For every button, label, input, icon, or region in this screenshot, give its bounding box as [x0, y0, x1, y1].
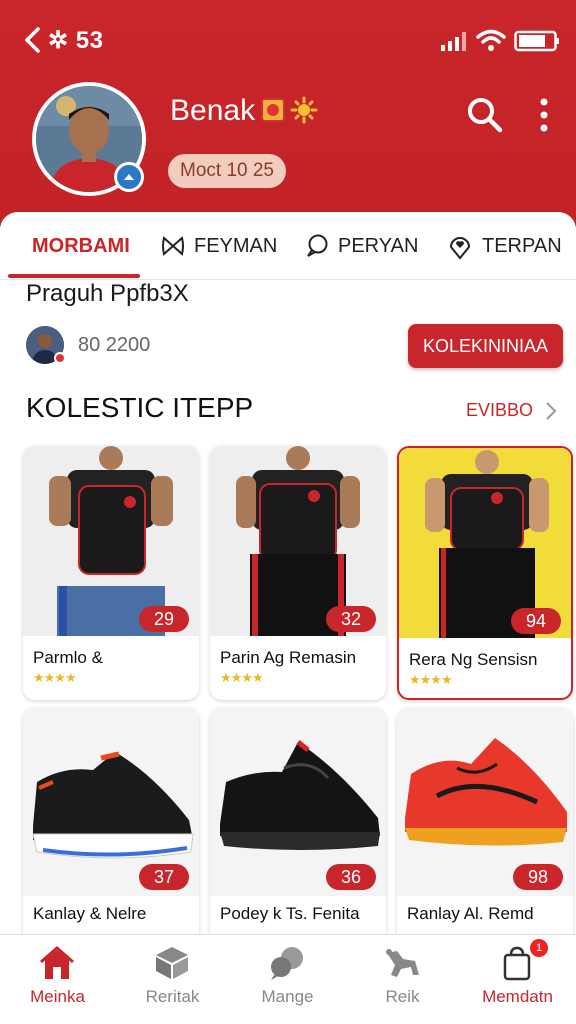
- price-tag: 37: [139, 864, 189, 890]
- price-tag: 36: [326, 864, 376, 890]
- box-icon: [156, 947, 188, 979]
- nav-label: Meinka: [30, 987, 85, 1006]
- price-tag: 32: [326, 606, 376, 632]
- nav-label: Reritak: [145, 987, 200, 1006]
- content-panel: MORBAMI FEYMAN PERYAN TERPAN Praguh Ppfb…: [0, 212, 576, 934]
- tab-bar: MORBAMI FEYMAN PERYAN TERPAN: [0, 212, 576, 280]
- nav-item-home[interactable]: Meinka: [0, 935, 115, 1024]
- battery-icon: [514, 30, 559, 52]
- product-card[interactable]: 32 Parin Ag Remasin ★★★★: [210, 446, 386, 700]
- author-status-dot: [54, 352, 66, 364]
- signal-icon: [441, 32, 466, 51]
- chat-bubbles-icon: [271, 947, 303, 980]
- collect-button[interactable]: KOLEKININIAA: [408, 324, 563, 368]
- profile-name: Benak: [170, 94, 256, 127]
- tab-morbami[interactable]: MORBAMI: [32, 212, 130, 280]
- tab-active-indicator: [8, 274, 140, 278]
- nav-item-reik[interactable]: Reik: [345, 935, 460, 1024]
- home-icon: [40, 946, 74, 979]
- product-card[interactable]: 37 Kanlay & Nelre: [23, 708, 199, 934]
- chevron-right-icon[interactable]: [544, 400, 558, 422]
- section-title: Praguh Ppfb3X: [26, 280, 189, 307]
- product-card[interactable]: 94 Rera Ng Sensisn ★★★★: [397, 446, 573, 700]
- product-card[interactable]: 98 Ranlay Al. Remd: [397, 708, 573, 934]
- rating-stars: ★★★★: [220, 670, 264, 685]
- price-tag: 98: [513, 864, 563, 890]
- verified-badge-icon: [114, 162, 144, 192]
- nav-item-memdatn[interactable]: 1 Memdatn: [460, 935, 575, 1024]
- tab-feyman[interactable]: FEYMAN: [160, 212, 277, 280]
- tab-label: TERPAN: [482, 234, 562, 257]
- price-tag: 94: [511, 608, 561, 634]
- profile-header: ✲ 53 Benak Moct 10 25: [0, 0, 576, 232]
- author-stat: 80 2200: [78, 334, 151, 356]
- more-vertical-icon[interactable]: [532, 96, 556, 134]
- emoji-decoration-icon: [261, 96, 318, 124]
- product-card[interactable]: 29 Parmlo & ★★★★: [23, 446, 199, 700]
- product-name: Kanlay & Nelre: [33, 904, 147, 923]
- bottom-nav: Meinka Reritak Mange Reik 1 Memdatn: [0, 934, 576, 1024]
- rating-stars: ★★★★: [33, 670, 77, 685]
- nav-item-reritak[interactable]: Reritak: [115, 935, 230, 1024]
- price-tag: 29: [139, 606, 189, 632]
- status-time: ✲ 53: [48, 27, 104, 54]
- nav-label: Memdatn: [482, 987, 553, 1006]
- nav-item-mange[interactable]: Mange: [230, 935, 345, 1024]
- product-name: Ranlay Al. Remd: [407, 904, 534, 923]
- product-name: Parin Ag Remasin: [220, 648, 357, 667]
- search-icon[interactable]: [464, 94, 504, 134]
- wifi-icon: [476, 29, 506, 51]
- settings-glyph-icon: ✲: [48, 27, 69, 54]
- heart-location-icon: [449, 237, 471, 260]
- rating-stars: ★★★★: [409, 672, 453, 687]
- nav-label: Mange: [261, 987, 314, 1006]
- status-bar: ✲ 53: [0, 0, 576, 80]
- tab-terpan[interactable]: TERPAN: [446, 212, 562, 280]
- speech-bubble-icon: [307, 234, 328, 257]
- nav-label: Reik: [385, 987, 420, 1006]
- tab-label: PERYAN: [338, 234, 419, 257]
- bow-icon: [162, 236, 184, 256]
- product-name: Rera Ng Sensisn: [409, 650, 538, 669]
- collection-title: KOLESTIC ITEPP: [26, 392, 254, 423]
- see-all-link[interactable]: EVIBBO: [466, 400, 533, 421]
- back-arrow-icon[interactable]: [22, 26, 44, 54]
- profile-badge: Moct 10 25: [168, 154, 286, 188]
- notification-badge: 1: [530, 939, 548, 957]
- animal-icon: [386, 949, 419, 977]
- product-card[interactable]: 36 Podey k Ts. Fenita: [210, 708, 386, 934]
- tab-label: FEYMAN: [194, 234, 278, 257]
- product-name: Podey k Ts. Fenita: [220, 904, 360, 923]
- tab-label: MORBAMI: [32, 234, 130, 257]
- product-name: Parmlo &: [33, 648, 103, 667]
- tab-peryan[interactable]: PERYAN: [304, 212, 418, 280]
